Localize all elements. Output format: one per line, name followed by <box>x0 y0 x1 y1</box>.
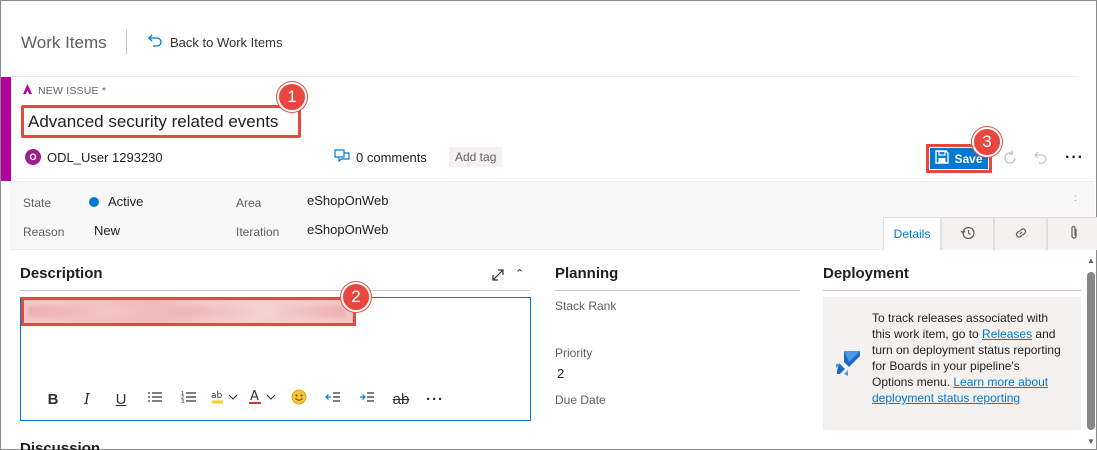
back-link-label: Back to Work Items <box>170 35 283 50</box>
work-item-type-color-bar <box>1 77 11 181</box>
attachment-icon <box>1068 225 1080 244</box>
tab-links[interactable] <box>994 217 1047 250</box>
comments-count: 0 comments <box>356 150 427 165</box>
annotation-badge-3: 3 <box>972 127 1002 157</box>
due-date-label: Due Date <box>555 393 606 407</box>
azure-pipelines-icon <box>832 347 864 382</box>
due-date-input[interactable] <box>555 410 800 430</box>
area-label: Area <box>236 196 262 210</box>
strikethrough-icon[interactable]: ab <box>384 391 418 408</box>
stack-rank-label: Stack Rank <box>555 299 617 313</box>
reason-value: New <box>94 223 121 238</box>
title-input[interactable]: Advanced security related events <box>21 105 301 138</box>
header-separator <box>10 76 1079 77</box>
more-actions-icon[interactable]: ··· <box>1065 149 1084 167</box>
scrollbar-thumb[interactable] <box>1087 272 1095 430</box>
expand-icon[interactable] <box>491 268 505 285</box>
work-item-tabs: Details <box>883 217 1097 250</box>
deployment-help-text: To track releases associated with this w… <box>872 310 1064 406</box>
state-label: State <box>23 196 52 210</box>
avatar: O <box>25 149 41 165</box>
font-color-icon[interactable]: A <box>244 389 282 409</box>
svg-text:ab: ab <box>211 391 223 401</box>
work-item-type-label: NEW ISSUE * <box>38 85 107 97</box>
iteration-value: eShopOnWeb <box>307 222 389 237</box>
collapse-chevron-icon[interactable]: ⌃ <box>515 267 524 280</box>
assigned-to-field[interactable]: O ODL_User 1293230 <box>25 149 163 165</box>
assigned-user-name: ODL_User 1293230 <box>47 149 163 165</box>
area-value: eShopOnWeb <box>307 193 389 208</box>
bulleted-list-icon[interactable] <box>138 390 172 408</box>
bold-icon[interactable]: B <box>36 391 70 408</box>
planning-divider <box>555 290 800 291</box>
area-dropdown[interactable]: eShopOnWeb <box>307 193 388 208</box>
more-formatting-icon[interactable]: ··· <box>418 391 452 408</box>
back-to-work-items-link[interactable]: Back to Work Items <box>147 33 282 52</box>
planning-heading: Planning <box>555 265 619 282</box>
title-value: Advanced security related events <box>28 111 279 131</box>
description-heading: Description <box>20 265 103 282</box>
description-divider <box>20 290 530 291</box>
deployment-divider <box>823 290 1081 291</box>
highlight-color-icon[interactable]: ab <box>206 389 244 409</box>
deployment-heading: Deployment <box>823 265 909 282</box>
comment-icon <box>334 149 350 166</box>
description-text-redacted <box>21 297 356 326</box>
stack-rank-input[interactable] <box>555 316 800 336</box>
header-divider <box>126 30 127 54</box>
annotation-badge-1: 1 <box>277 82 307 112</box>
editor-toolbar: B I U 123 ab A ab ··· <box>36 389 452 409</box>
priority-dropdown[interactable]: 2 <box>557 366 564 381</box>
svg-text:A: A <box>250 389 259 404</box>
indent-icon[interactable] <box>350 390 384 408</box>
scroll-down-icon[interactable]: ▼ <box>1087 437 1095 446</box>
svg-text:3: 3 <box>181 399 184 404</box>
reason-label: Reason <box>23 225 65 239</box>
undo-arrow-icon <box>147 33 163 52</box>
issue-type-icon <box>22 84 33 98</box>
outdent-icon[interactable] <box>316 390 350 408</box>
tab-history[interactable] <box>941 217 994 250</box>
revert-icon[interactable] <box>1033 150 1049 171</box>
tab-attachments[interactable] <box>1047 217 1097 250</box>
scroll-up-icon[interactable]: ▲ <box>1087 256 1095 265</box>
priority-value: 2 <box>557 366 565 381</box>
annotation-badge-2: 2 <box>341 282 371 312</box>
page-title: Work Items <box>21 33 107 52</box>
fields-menu-icon[interactable]: : <box>1074 193 1077 204</box>
discussion-heading: Discussion <box>20 440 101 450</box>
reason-dropdown[interactable]: New <box>94 223 120 238</box>
refresh-icon[interactable] <box>1002 150 1018 171</box>
italic-icon[interactable]: I <box>70 390 104 408</box>
history-icon <box>960 225 976 244</box>
state-dropdown[interactable]: Active <box>89 194 143 209</box>
deployment-info-box: To track releases associated with this w… <box>823 297 1081 430</box>
state-indicator-icon <box>89 197 99 207</box>
emoji-icon[interactable] <box>282 389 316 409</box>
state-value: Active <box>108 194 144 209</box>
iteration-label: Iteration <box>236 225 280 239</box>
add-tag-button[interactable]: Add tag <box>449 147 503 167</box>
numbered-list-icon[interactable]: 123 <box>172 390 206 408</box>
tab-details[interactable]: Details <box>883 217 941 250</box>
iteration-dropdown[interactable]: eShopOnWeb <box>307 222 388 237</box>
underline-icon[interactable]: U <box>104 391 138 408</box>
save-disk-icon <box>935 150 950 167</box>
work-item-type: NEW ISSUE * <box>22 84 106 98</box>
priority-label: Priority <box>555 346 593 360</box>
releases-link[interactable]: Releases <box>982 327 1032 341</box>
comments-link[interactable]: 0 comments <box>334 149 427 166</box>
link-icon <box>1013 225 1029 244</box>
